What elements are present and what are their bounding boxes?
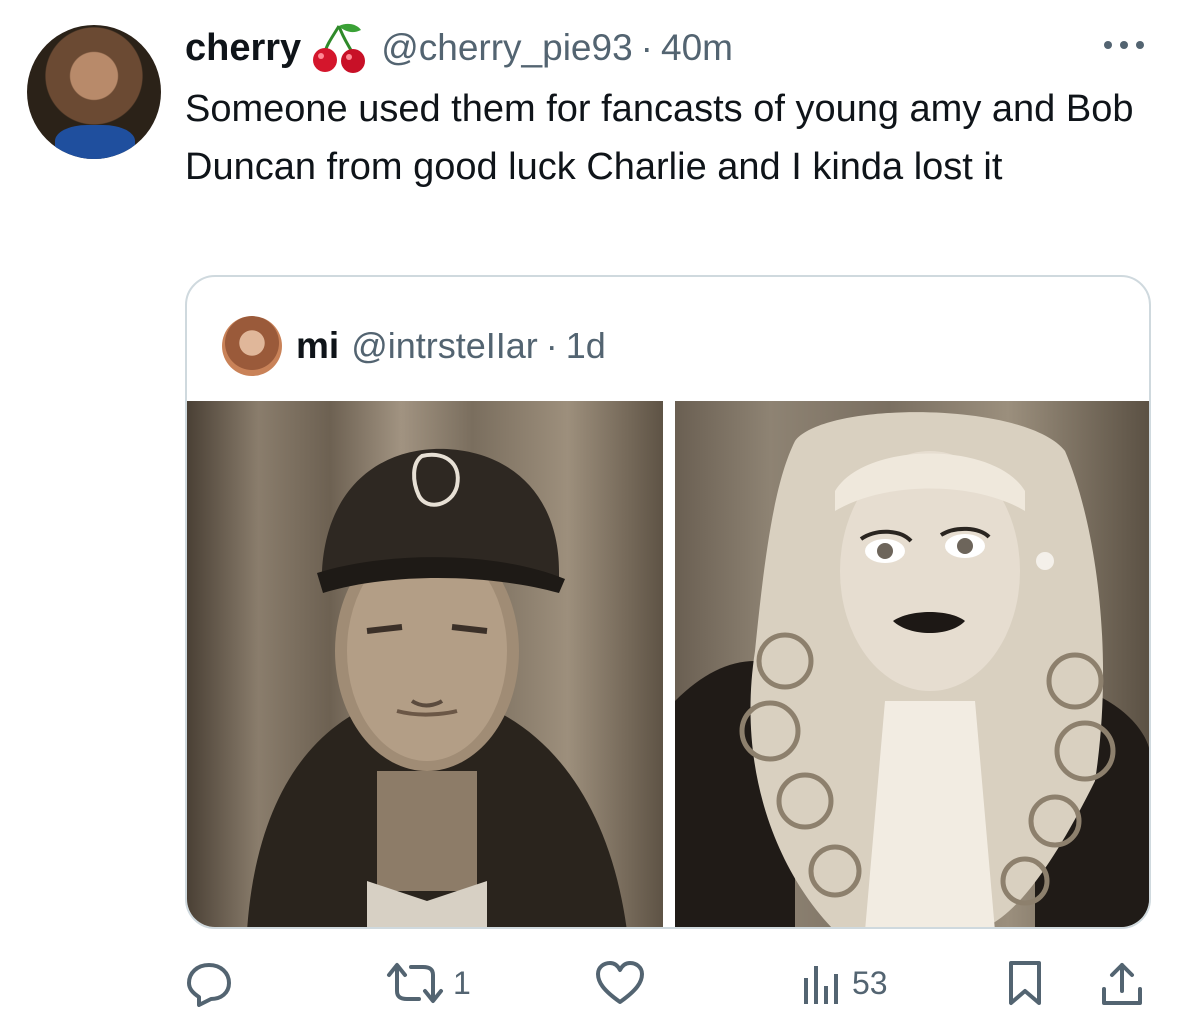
quote-timestamp[interactable]: 1d xyxy=(566,325,606,367)
bookmark-icon xyxy=(1005,959,1045,1007)
quoted-tweet[interactable]: mi @intrsteIIar · 1d xyxy=(185,275,1151,929)
quote-header: mi @intrsteIIar · 1d xyxy=(222,314,606,378)
views-button[interactable]: 53 xyxy=(800,955,888,1011)
timestamp[interactable]: 40m xyxy=(661,27,733,69)
reply-button[interactable] xyxy=(185,955,233,1011)
share-button[interactable] xyxy=(1100,955,1144,1011)
views-count: 53 xyxy=(852,964,888,1001)
tweet[interactable]: cherry @cherry_pie93 · 40m Someone used … xyxy=(0,0,1179,1025)
reply-icon xyxy=(185,959,233,1007)
separator-dot: · xyxy=(640,27,653,68)
retweet-button[interactable]: 1 xyxy=(385,955,471,1011)
quote-avatar[interactable] xyxy=(222,316,282,376)
views-icon xyxy=(800,960,844,1006)
share-icon xyxy=(1100,959,1144,1007)
avatar[interactable] xyxy=(27,25,161,159)
photo-man-in-cap[interactable] xyxy=(187,401,663,927)
avatar-dress-detail xyxy=(55,125,135,159)
retweet-icon xyxy=(385,959,445,1007)
quote-handle[interactable]: @intrsteIIar xyxy=(351,325,538,367)
cherry-icon xyxy=(311,22,367,74)
like-icon xyxy=(595,960,645,1006)
quote-separator-dot: · xyxy=(545,325,558,366)
tweet-header: cherry @cherry_pie93 · 40m xyxy=(185,20,733,76)
action-bar: 1 53 xyxy=(0,955,1179,1015)
display-name[interactable]: cherry xyxy=(185,27,301,70)
quote-display-name[interactable]: mi xyxy=(296,325,339,367)
tweet-text: Someone used them for fancasts of young … xyxy=(185,88,1134,188)
more-options-icon[interactable] xyxy=(1098,30,1150,60)
bookmark-button[interactable] xyxy=(1005,955,1045,1011)
retweet-count: 1 xyxy=(453,964,471,1001)
handle[interactable]: @cherry_pie93 xyxy=(381,27,632,69)
photo-woman-curls[interactable] xyxy=(675,401,1149,927)
like-button[interactable] xyxy=(595,955,645,1011)
